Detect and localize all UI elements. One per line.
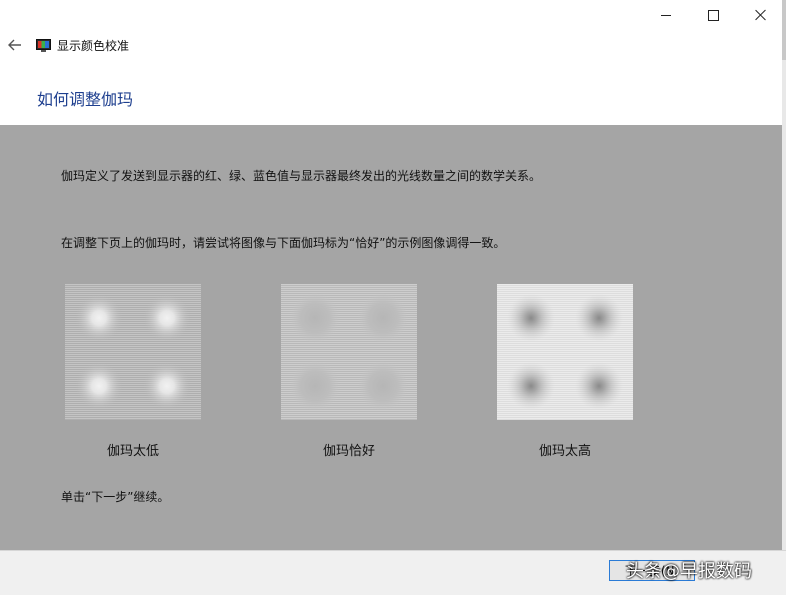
gamma-definition-text: 伽玛定义了发送到显示器的红、绿、蓝色值与显示器最终发出的光线数量之间的数学关系。	[61, 169, 542, 183]
app-title: 显示颜色校准	[57, 38, 130, 53]
scrollbar-thumb[interactable]	[782, 0, 786, 60]
gamma-just-right-image	[281, 284, 417, 420]
gamma-too-high-caption: 伽玛太高	[538, 444, 591, 459]
close-button[interactable]	[738, 0, 784, 30]
maximize-icon	[707, 9, 719, 21]
calibration-window: 显示颜色校准 如何调整伽玛 伽玛定义了发送到显示器的红、绿、蓝色值与显示器最终发…	[0, 0, 786, 595]
back-arrow-icon	[8, 39, 21, 51]
nav-row: 显示颜色校准	[0, 32, 786, 58]
gamma-too-high-image	[497, 284, 633, 420]
title-bar	[0, 0, 786, 30]
gamma-too-low-image	[65, 284, 201, 420]
gamma-just-right-caption: 伽玛恰好	[322, 444, 375, 459]
instruction-text: 在调整下页上的伽玛时，请尝试将图像与下面伽玛标为“恰好”的示例图像调得一致。	[61, 236, 506, 250]
content-area: 伽玛定义了发送到显示器的红、绿、蓝色值与显示器最终发出的光线数量之间的数学关系。…	[0, 125, 782, 550]
vertical-scrollbar[interactable]	[782, 0, 786, 550]
close-icon	[755, 9, 767, 21]
page-title: 如何调整伽玛	[37, 90, 134, 109]
monitor-icon	[36, 38, 51, 52]
minimize-button[interactable]	[643, 0, 689, 30]
minimize-icon	[661, 14, 671, 16]
watermark: 头条@早报数码	[626, 561, 752, 582]
maximize-button[interactable]	[690, 0, 736, 30]
footer-bar: 下一步(N) 头条@早报数码	[0, 550, 786, 595]
back-button[interactable]	[2, 32, 28, 58]
continue-instruction-text: 单击“下一步”继续。	[61, 490, 170, 504]
gamma-too-low-caption: 伽玛太低	[106, 444, 159, 459]
